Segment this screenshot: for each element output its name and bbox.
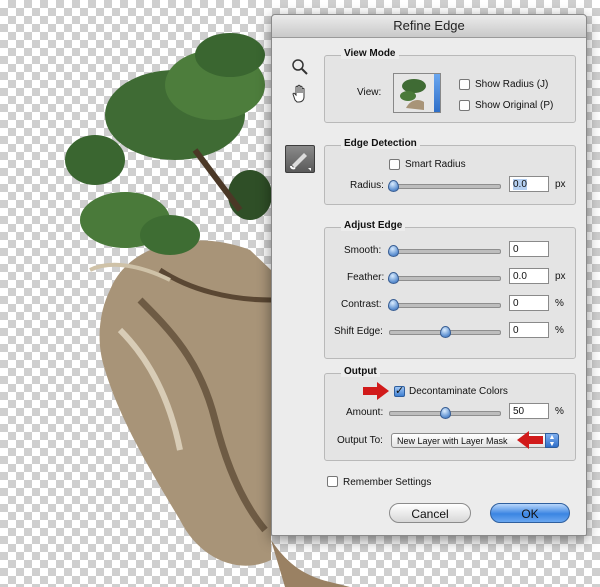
feather-slider[interactable]	[388, 272, 501, 284]
smooth-slider[interactable]	[388, 245, 501, 257]
shift-edge-input[interactable]: 0	[509, 322, 549, 338]
view-thumbnail-dropdown[interactable]	[393, 73, 441, 113]
edge-detection-group: Edge Detection Smart Radius Radius: 0.0 …	[324, 138, 576, 205]
output-to-value: New Layer with Layer Mask	[397, 436, 508, 446]
refine-radius-brush-icon[interactable]	[285, 145, 315, 173]
output-title: Output	[341, 366, 380, 377]
smooth-input[interactable]: 0	[509, 241, 549, 257]
zoom-icon[interactable]	[290, 57, 310, 77]
view-mode-title: View Mode	[341, 48, 399, 59]
chevron-updown-icon: ▲ ▼	[545, 433, 559, 448]
cancel-button[interactable]: Cancel	[389, 503, 471, 523]
view-mode-group: View Mode View: Show Radius (J) Show Ori…	[324, 48, 576, 123]
adjust-edge-title: Adjust Edge	[341, 220, 406, 231]
decontaminate-colors-checkbox[interactable]	[394, 384, 405, 397]
refine-edge-dialog: Refine Edge View Mode View: Show Radius …	[271, 14, 587, 536]
feather-label: Feather:	[347, 272, 385, 283]
radius-slider-thumb[interactable]	[388, 180, 399, 192]
shift-edge-slider-thumb[interactable]	[440, 326, 451, 338]
radius-value: 0.0	[513, 179, 527, 190]
hand-icon[interactable]	[289, 83, 311, 105]
view-label: View:	[357, 87, 382, 98]
output-group: Output Decontaminate Colors Amount: 50 %…	[324, 366, 576, 461]
decontaminate-colors-label: Decontaminate Colors	[409, 386, 508, 397]
amount-slider[interactable]	[389, 407, 501, 419]
remember-settings-checkbox[interactable]	[327, 476, 338, 487]
show-original-checkbox[interactable]	[459, 100, 470, 111]
feather-input[interactable]: 0.0	[509, 268, 549, 284]
shift-edge-unit: %	[555, 325, 564, 336]
remember-settings-label: Remember Settings	[343, 477, 432, 488]
annotation-arrow-right	[517, 431, 543, 449]
edge-detection-title: Edge Detection	[341, 138, 420, 149]
radius-label: Radius:	[350, 180, 384, 191]
smart-radius-checkbox[interactable]	[389, 159, 400, 170]
adjust-edge-group: Adjust Edge Smooth: 0 Feather: 0.0 px Co…	[324, 220, 576, 359]
feather-unit: px	[555, 271, 566, 282]
radius-slider[interactable]	[388, 180, 501, 192]
radius-unit: px	[555, 179, 566, 190]
show-radius-checkbox[interactable]	[459, 79, 470, 90]
output-to-label: Output To:	[337, 435, 383, 446]
amount-label: Amount:	[346, 407, 384, 418]
show-original-label: Show Original (P)	[475, 100, 554, 111]
ok-button[interactable]: OK	[490, 503, 570, 523]
view-thumbnail-image	[394, 74, 434, 112]
shift-edge-slider[interactable]	[389, 326, 501, 338]
dialog-title: Refine Edge	[272, 15, 586, 38]
shift-edge-label: Shift Edge:	[334, 326, 383, 337]
amount-input[interactable]: 50	[509, 403, 549, 419]
feather-slider-thumb[interactable]	[388, 272, 399, 284]
chevron-down-icon	[434, 74, 440, 112]
amount-slider-thumb[interactable]	[440, 407, 451, 419]
smooth-label: Smooth:	[344, 245, 382, 256]
contrast-unit: %	[555, 298, 564, 309]
contrast-input[interactable]: 0	[509, 295, 549, 311]
contrast-slider-thumb[interactable]	[388, 299, 399, 311]
smart-radius-label: Smart Radius	[405, 159, 466, 170]
show-radius-label: Show Radius (J)	[475, 79, 549, 90]
contrast-slider[interactable]	[388, 299, 501, 311]
amount-unit: %	[555, 406, 564, 417]
radius-input[interactable]: 0.0	[509, 176, 549, 192]
annotation-arrow-left	[363, 382, 389, 400]
contrast-label: Contrast:	[341, 299, 382, 310]
smooth-slider-thumb[interactable]	[388, 245, 399, 257]
